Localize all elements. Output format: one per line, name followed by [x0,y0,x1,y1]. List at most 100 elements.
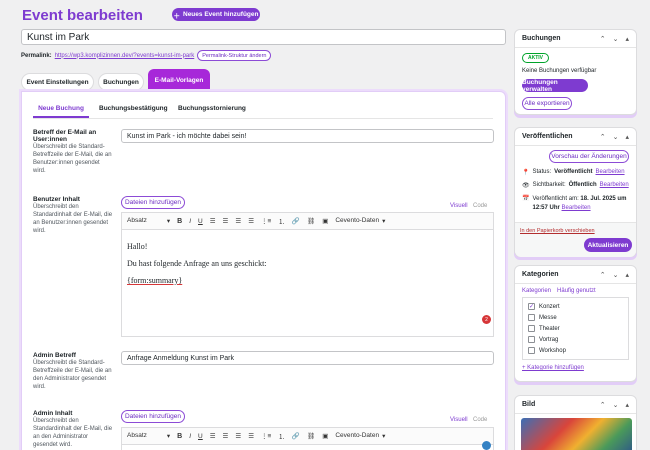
chevron-up-icon[interactable]: ⌃ [600,401,606,409]
editor-content[interactable]: Hallo! Du hast folgende Anfrage an uns g… [122,230,493,297]
chevron-down-icon[interactable]: ⌄ [613,133,619,141]
body-admin-label-block: Admin Inhalt Überschreibt den Standardin… [33,410,113,449]
export-all-button[interactable]: Alle exportieren [522,97,572,110]
bullet-list-icon[interactable]: ⋮≡ [261,432,271,440]
chevron-up-icon[interactable]: ⌃ [600,35,606,43]
format-select-admin[interactable]: Absatz ▾ [127,432,170,440]
subject-admin-label-block: Admin Betreff Überschreibt die Standard-… [33,352,113,391]
permalink-structure-button[interactable]: Permalink-Struktur ändern [197,50,272,61]
eye-icon: 👁 [522,183,530,189]
subtab-new-booking[interactable]: Neue Buchung [33,105,89,112]
add-files-button[interactable]: Dateien hinzufügen [121,196,185,209]
cevento-select[interactable]: Cevento-Daten ▾ [335,217,385,225]
list-item[interactable]: ✓ Konzert [528,301,623,312]
subject-user-title: Betreff der E-Mail an User:innen [33,129,97,143]
edit-status-link[interactable]: Bearbeiten [596,169,625,176]
categories-box: Kategorien ⌃ ⌄ ▴ Kategorien Häufig genutzt … [514,265,637,382]
chevron-down-icon[interactable]: ⌄ [613,271,619,279]
post-title-input[interactable]: Kunst im Park [21,29,506,45]
gift-icon[interactable]: ▣ [322,217,328,225]
list-item[interactable]: Messe [528,312,623,323]
check-badge-icon [482,441,491,450]
collapse-icon[interactable]: ▴ [625,133,629,141]
list-item[interactable]: Vortrag [528,334,623,345]
add-category-link[interactable]: + Kategorie hinzufügen [522,365,629,371]
underline-icon[interactable]: U [198,433,203,440]
body-user-label-block: Benutzer Inhalt Überschreibt den Standar… [33,196,113,235]
numbered-list-icon[interactable]: ⒈ [278,431,285,441]
tab-event-settings[interactable]: Event Einstellungen [21,73,94,91]
bold-icon[interactable]: B [177,218,182,225]
featured-image[interactable] [521,418,632,450]
edit-visibility-link[interactable]: Bearbeiten [600,182,629,189]
editor-admin: Absatz ▾ B I U ☰ ☰ ☰ ☰ ⋮≡ ⒈ 🔗 ⛓ ▣ Cevento… [121,427,494,450]
subject-user-desc: Überschreibt die Standard-Betreffzeile d… [33,144,112,174]
gift-icon[interactable]: ▣ [322,432,328,440]
align-left-icon[interactable]: ☰ [210,432,216,440]
checkbox[interactable] [528,314,535,321]
bullet-list-icon[interactable]: ⋮≡ [261,217,271,225]
body-user-desc: Überschreibt den Standardinhalt der E-Ma… [33,204,113,234]
link-icon[interactable]: 🔗 [292,432,300,440]
tab-email-templates[interactable]: E-Mail-Vorlagen [148,69,210,91]
align-left-icon[interactable]: ☰ [210,217,216,225]
align-right-icon[interactable]: ☰ [235,217,241,225]
notification-badge[interactable]: 2 [482,315,491,324]
editor-code-tab-admin[interactable]: Code [473,417,487,423]
numbered-list-icon[interactable]: ⒈ [278,216,285,226]
chevron-up-icon[interactable]: ⌃ [600,133,606,141]
cevento-select-admin[interactable]: Cevento-Daten ▾ [335,432,385,440]
subject-user-input[interactable]: Kunst im Park - ich möchte dabei sein! [121,129,494,143]
bold-icon[interactable]: B [177,433,182,440]
plus-icon: ＋ [173,12,181,20]
editor-visual-tab-admin[interactable]: Visuell [450,417,468,423]
link-icon[interactable]: 🔗 [292,217,300,225]
add-files-button-admin[interactable]: Dateien hinzufügen [121,410,185,423]
editor-user: Absatz ▾ B I U ☰ ☰ ☰ ☰ ⋮≡ ⒈ 🔗 ⛓ ▣ Cevento… [121,212,494,337]
checkbox-checked[interactable]: ✓ [528,303,535,310]
publish-box: Veröffentlichen ⌃ ⌄ ▴ Vorschau der Änderung… [514,127,637,257]
manage-bookings-button[interactable]: Buchungen verwalten [522,79,588,93]
italic-icon[interactable]: I [189,218,191,225]
underline-icon[interactable]: U [198,218,203,225]
chevron-down-icon[interactable]: ⌄ [613,401,619,409]
collapse-icon[interactable]: ▴ [625,271,629,279]
preview-changes-button[interactable]: Vorschau der Änderungen [549,150,629,163]
edit-date-link[interactable]: Bearbeiten [562,205,591,211]
chevron-up-icon[interactable]: ⌃ [600,271,606,279]
published-row: 📅 Veröffentlicht am: 18. Jul. 2025 um 12:… [522,196,627,211]
align-center-icon[interactable]: ☰ [223,217,229,225]
category-list: ✓ Konzert Messe Theater Vortrag Workshop [522,297,629,360]
trash-link[interactable]: In den Papierkorb verschieben [520,228,595,234]
add-new-event-button[interactable]: ＋ Neues Event hinzufügen [172,8,260,21]
bookings-empty-text: Keine Buchungen verfügbar [522,68,597,74]
unlink-icon[interactable]: ⛓ [307,217,315,225]
tab-bookings[interactable]: Buchungen [98,73,144,91]
checkbox[interactable] [528,325,535,332]
unlink-icon[interactable]: ⛓ [307,432,315,440]
align-center-icon[interactable]: ☰ [223,432,229,440]
format-select[interactable]: Absatz ▾ [127,217,170,225]
permalink-link[interactable]: https://wp3.komplizinnen.dev/?events=kun… [55,53,195,59]
list-item[interactable]: Theater [528,323,623,334]
italic-icon[interactable]: I [189,433,191,440]
calendar-icon: 📅 [522,196,530,202]
subtab-booking-cancellation[interactable]: Buchungsstornierung [178,105,246,112]
editor-visual-tab[interactable]: Visuell [450,203,468,209]
tab-all-categories[interactable]: Kategorien [522,288,551,294]
subtab-booking-confirmation[interactable]: Buchungsbestätigung [99,105,168,112]
tab-popular-categories[interactable]: Häufig genutzt [557,288,596,294]
checkbox[interactable] [528,347,535,354]
align-right-icon[interactable]: ☰ [235,432,241,440]
editor-code-tab[interactable]: Code [473,203,487,209]
chevron-down-icon[interactable]: ⌄ [613,35,619,43]
align-justify-icon[interactable]: ☰ [248,217,254,225]
checkbox[interactable] [528,336,535,343]
update-button[interactable]: Aktualisieren [584,238,632,252]
collapse-icon[interactable]: ▴ [625,35,629,43]
list-item[interactable]: Workshop [528,345,623,356]
subject-admin-input[interactable]: Anfrage Anmeldung Kunst im Park [121,351,494,365]
align-justify-icon[interactable]: ☰ [248,432,254,440]
image-box: Bild ⌃ ⌄ ▴ [514,395,637,450]
collapse-icon[interactable]: ▴ [625,401,629,409]
